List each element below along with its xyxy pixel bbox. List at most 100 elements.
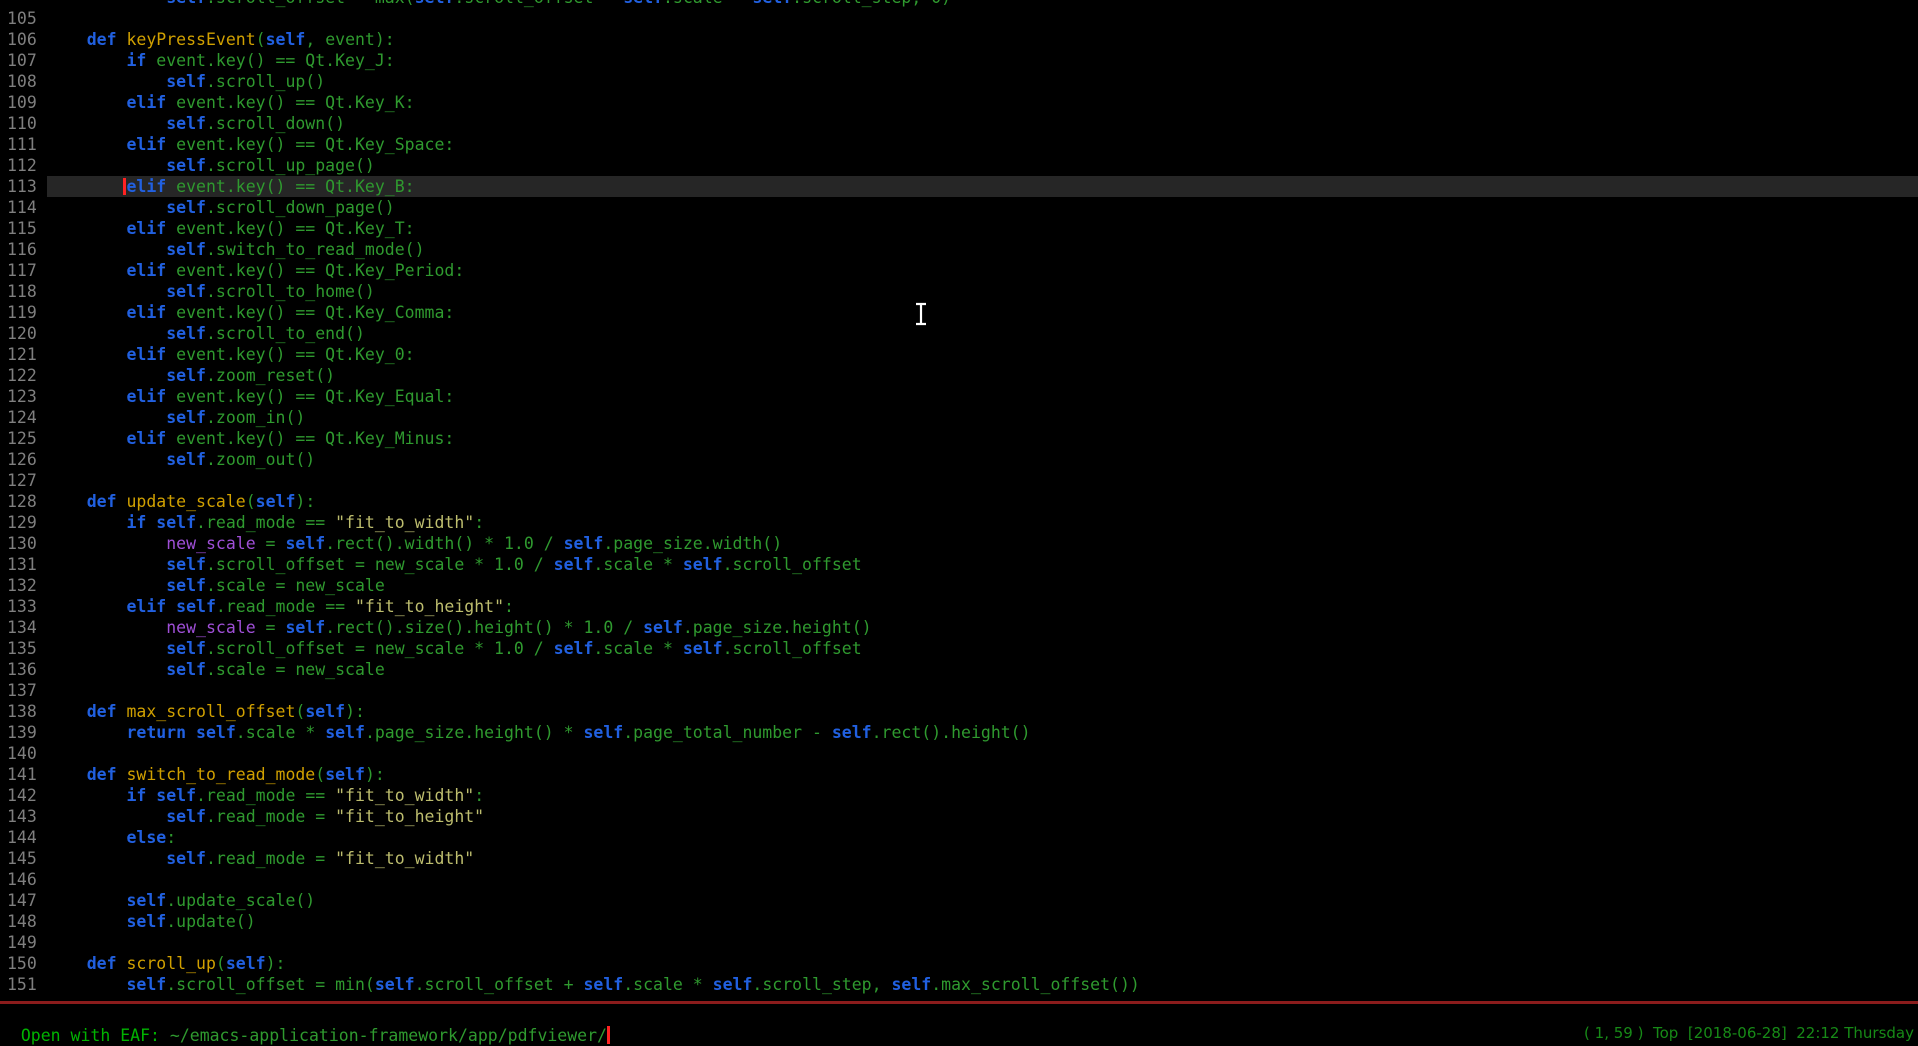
code-line[interactable]: 126 self.zoom_out() bbox=[0, 449, 1918, 470]
line-number: 106 bbox=[0, 29, 47, 50]
code-line-text: self.zoom_reset() bbox=[47, 365, 1918, 386]
code-line[interactable]: 123 elif event.key() == Qt.Key_Equal: bbox=[0, 386, 1918, 407]
code-editor[interactable]: self.scroll_offset = max(self.scroll_off… bbox=[0, 0, 1918, 1001]
code-line[interactable]: 133 elif self.read_mode == "fit_to_heigh… bbox=[0, 596, 1918, 617]
code-line[interactable]: 112 self.scroll_up_page() bbox=[0, 155, 1918, 176]
code-line-text: self.update() bbox=[47, 911, 1918, 932]
code-line-text: self.scroll_down() bbox=[47, 113, 1918, 134]
code-line[interactable]: 139 return self.scale * self.page_size.h… bbox=[0, 722, 1918, 743]
code-line[interactable]: 141 def switch_to_read_mode(self): bbox=[0, 764, 1918, 785]
code-line[interactable]: 130 new_scale = self.rect().width() * 1.… bbox=[0, 533, 1918, 554]
code-line-text: new_scale = self.rect().size().height() … bbox=[47, 617, 1918, 638]
line-number: 116 bbox=[0, 239, 47, 260]
code-line[interactable]: 122 self.zoom_reset() bbox=[0, 365, 1918, 386]
code-line[interactable]: 147 self.update_scale() bbox=[0, 890, 1918, 911]
code-line-text: def scroll_up(self): bbox=[47, 953, 1918, 974]
line-number: 123 bbox=[0, 386, 47, 407]
line-number: 108 bbox=[0, 71, 47, 92]
line-number: 135 bbox=[0, 638, 47, 659]
line-number: 110 bbox=[0, 113, 47, 134]
code-line-text: elif event.key() == Qt.Key_0: bbox=[47, 344, 1918, 365]
code-line[interactable]: 128 def update_scale(self): bbox=[0, 491, 1918, 512]
code-line-text: self.scale = new_scale bbox=[47, 575, 1918, 596]
code-line-text: self.scroll_offset = new_scale * 1.0 / s… bbox=[47, 554, 1918, 575]
code-line[interactable]: 108 self.scroll_up() bbox=[0, 71, 1918, 92]
line-number: 150 bbox=[0, 953, 47, 974]
code-line-text: elif event.key() == Qt.Key_T: bbox=[47, 218, 1918, 239]
line-number: 144 bbox=[0, 827, 47, 848]
code-line[interactable]: 140 bbox=[0, 743, 1918, 764]
line-number: 109 bbox=[0, 92, 47, 113]
line-number: 145 bbox=[0, 848, 47, 869]
code-line-text: self.scroll_offset = new_scale * 1.0 / s… bbox=[47, 638, 1918, 659]
code-line[interactable]: 118 self.scroll_to_home() bbox=[0, 281, 1918, 302]
code-line[interactable]: 125 elif event.key() == Qt.Key_Minus: bbox=[0, 428, 1918, 449]
minibuffer-prompt: Open with EAF: bbox=[21, 1026, 170, 1045]
code-line[interactable]: 150 def scroll_up(self): bbox=[0, 953, 1918, 974]
code-line[interactable]: 106 def keyPressEvent(self, event): bbox=[0, 29, 1918, 50]
mouse-ibeam-cursor bbox=[913, 301, 929, 327]
code-line[interactable]: 148 self.update() bbox=[0, 911, 1918, 932]
line-number: 130 bbox=[0, 533, 47, 554]
line-number: 132 bbox=[0, 575, 47, 596]
code-line[interactable]: 144 else: bbox=[0, 827, 1918, 848]
code-line-text bbox=[47, 470, 1918, 491]
code-line-text: new_scale = self.rect().width() * 1.0 / … bbox=[47, 533, 1918, 554]
code-line[interactable]: 105 bbox=[0, 8, 1918, 29]
code-line-text bbox=[47, 869, 1918, 890]
code-line[interactable]: 113 elif event.key() == Qt.Key_B: bbox=[0, 176, 1918, 197]
line-number: 122 bbox=[0, 365, 47, 386]
code-line-text: self.scroll_offset = min(self.scroll_off… bbox=[47, 974, 1918, 995]
code-line[interactable]: 145 self.read_mode = "fit_to_width" bbox=[0, 848, 1918, 869]
code-lines: self.scroll_offset = max(self.scroll_off… bbox=[0, 0, 1918, 995]
code-line-text: if self.read_mode == "fit_to_width": bbox=[47, 512, 1918, 533]
code-line-text: elif event.key() == Qt.Key_Period: bbox=[47, 260, 1918, 281]
code-line[interactable]: self.scroll_offset = max(self.scroll_off… bbox=[0, 0, 1918, 8]
code-line[interactable]: 131 self.scroll_offset = new_scale * 1.0… bbox=[0, 554, 1918, 575]
code-line-text: elif self.read_mode == "fit_to_height": bbox=[47, 596, 1918, 617]
line-number: 114 bbox=[0, 197, 47, 218]
code-line-text: def update_scale(self): bbox=[47, 491, 1918, 512]
code-line[interactable]: 127 bbox=[0, 470, 1918, 491]
code-line[interactable]: 115 elif event.key() == Qt.Key_T: bbox=[0, 218, 1918, 239]
code-line[interactable]: 135 self.scroll_offset = new_scale * 1.0… bbox=[0, 638, 1918, 659]
code-line[interactable]: 109 elif event.key() == Qt.Key_K: bbox=[0, 92, 1918, 113]
code-line[interactable]: 132 self.scale = new_scale bbox=[0, 575, 1918, 596]
code-line[interactable]: 137 bbox=[0, 680, 1918, 701]
code-line-text: if self.read_mode == "fit_to_width": bbox=[47, 785, 1918, 806]
code-line-text: self.update_scale() bbox=[47, 890, 1918, 911]
code-line[interactable]: 129 if self.read_mode == "fit_to_width": bbox=[0, 512, 1918, 533]
line-number: 146 bbox=[0, 869, 47, 890]
code-line[interactable]: 121 elif event.key() == Qt.Key_0: bbox=[0, 344, 1918, 365]
minibuffer-input[interactable]: ~/emacs-application-framework/app/pdfvie… bbox=[170, 1026, 607, 1045]
code-line[interactable]: 136 self.scale = new_scale bbox=[0, 659, 1918, 680]
text-cursor bbox=[607, 1026, 610, 1044]
code-line[interactable]: 111 elif event.key() == Qt.Key_Space: bbox=[0, 134, 1918, 155]
code-line[interactable]: 116 self.switch_to_read_mode() bbox=[0, 239, 1918, 260]
code-line[interactable]: 143 self.read_mode = "fit_to_height" bbox=[0, 806, 1918, 827]
code-line[interactable]: 134 new_scale = self.rect().size().heigh… bbox=[0, 617, 1918, 638]
code-line[interactable]: 117 elif event.key() == Qt.Key_Period: bbox=[0, 260, 1918, 281]
code-line[interactable]: 119 elif event.key() == Qt.Key_Comma: bbox=[0, 302, 1918, 323]
line-number: 149 bbox=[0, 932, 47, 953]
minibuffer[interactable]: Open with EAF: ~/emacs-application-frame… bbox=[1, 1004, 1918, 1025]
code-line[interactable]: 142 if self.read_mode == "fit_to_width": bbox=[0, 785, 1918, 806]
code-line-text bbox=[47, 680, 1918, 701]
line-number: 140 bbox=[0, 743, 47, 764]
code-line-text: self.scroll_up_page() bbox=[47, 155, 1918, 176]
code-line-text bbox=[47, 8, 1918, 29]
code-line[interactable]: 114 self.scroll_down_page() bbox=[0, 197, 1918, 218]
line-number: 137 bbox=[0, 680, 47, 701]
code-line[interactable]: 120 self.scroll_to_end() bbox=[0, 323, 1918, 344]
code-line[interactable]: 107 if event.key() == Qt.Key_J: bbox=[0, 50, 1918, 71]
code-line[interactable]: 146 bbox=[0, 869, 1918, 890]
code-line[interactable]: 138 def max_scroll_offset(self): bbox=[0, 701, 1918, 722]
line-number: 136 bbox=[0, 659, 47, 680]
code-line[interactable]: 124 self.zoom_in() bbox=[0, 407, 1918, 428]
code-line[interactable]: 110 self.scroll_down() bbox=[0, 113, 1918, 134]
code-line[interactable]: 149 bbox=[0, 932, 1918, 953]
line-number: 112 bbox=[0, 155, 47, 176]
code-line-text: self.scale = new_scale bbox=[47, 659, 1918, 680]
code-line[interactable]: 151 self.scroll_offset = min(self.scroll… bbox=[0, 974, 1918, 995]
code-line-text: self.switch_to_read_mode() bbox=[47, 239, 1918, 260]
